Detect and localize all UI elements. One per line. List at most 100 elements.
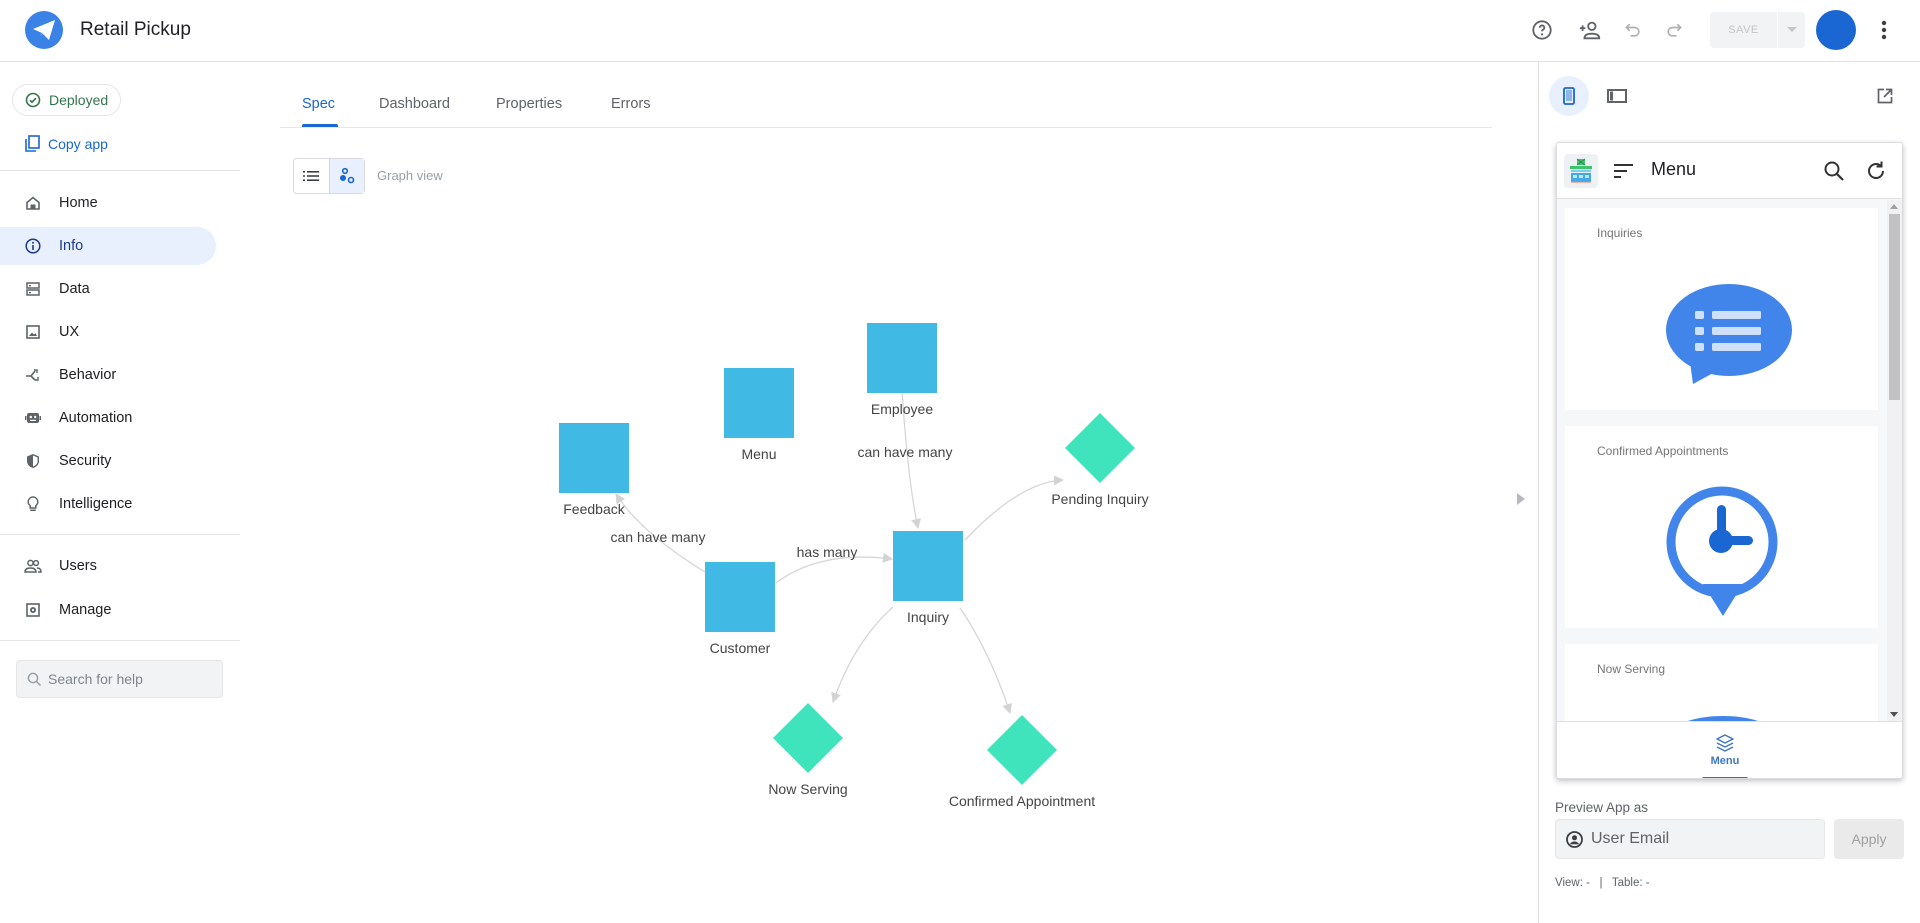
menu-card-confirmed-appointments[interactable]: Confirmed Appointments (1565, 426, 1878, 628)
sidebar: Deployed Copy app Home Info Data UX Beha… (0, 62, 240, 923)
menu-card-now-serving[interactable]: Now Serving (1565, 644, 1878, 721)
sort-icon (1614, 164, 1633, 178)
add-person-icon (1579, 21, 1601, 40)
open-preview-button[interactable] (1865, 76, 1905, 116)
sidebar-item-label: Security (59, 453, 112, 469)
search-icon (27, 672, 42, 686)
phone-nav-menu[interactable]: Menu (1700, 722, 1750, 778)
account-circle-icon (1566, 830, 1583, 848)
phone-nav-active-indicator (1701, 777, 1749, 778)
layers-icon (1716, 734, 1734, 752)
chat-list-icon (1666, 284, 1792, 384)
edge-inquiry-nowserving[interactable] (831, 606, 894, 703)
save-button-group: SAVE (1710, 12, 1805, 48)
save-button[interactable]: SAVE (1710, 12, 1778, 48)
lightbulb-icon (24, 495, 42, 513)
card-title: Inquiries (1597, 226, 1643, 240)
node-customer[interactable] (705, 562, 775, 632)
undo-button[interactable] (1621, 18, 1645, 42)
phone-sync-button[interactable] (1864, 159, 1888, 188)
sidebar-item-home[interactable]: Home (0, 184, 216, 222)
deployed-label: Deployed (49, 92, 109, 108)
sidebar-item-label: Info (59, 238, 84, 254)
caret-down-icon (1786, 27, 1797, 32)
help-icon (1532, 20, 1552, 40)
phone-nav-label: Menu (1710, 755, 1740, 767)
help-search-input[interactable] (48, 671, 208, 687)
node-menu[interactable] (724, 368, 794, 438)
copy-icon (25, 135, 40, 152)
node-label: Now Serving (768, 781, 847, 797)
app-logo (25, 11, 63, 49)
menu-card-inquiries[interactable]: Inquiries (1565, 208, 1878, 410)
sidebar-item-info[interactable]: Info (0, 227, 216, 265)
sidebar-item-security[interactable]: Security (0, 442, 216, 480)
undo-icon (1625, 23, 1640, 37)
phone-preview-button[interactable] (1549, 76, 1589, 116)
more-options-button[interactable] (1872, 18, 1896, 42)
node-feedback[interactable] (559, 423, 629, 493)
sidebar-item-label: Manage (59, 602, 112, 618)
sort-menu-button[interactable] (1614, 163, 1634, 184)
redo-button[interactable] (1662, 18, 1686, 42)
edge-inquiry-pending[interactable] (964, 475, 1064, 541)
node-nowserving[interactable] (773, 703, 843, 773)
phone-search-button[interactable] (1823, 160, 1845, 187)
help-search-box (16, 660, 223, 698)
sidebar-divider (0, 534, 240, 535)
preview-panel: Menu Inquiries Confirmed Appointments No… (1538, 62, 1920, 923)
share-button[interactable] (1578, 18, 1602, 42)
user-email-field (1555, 819, 1825, 859)
sidebar-item-data[interactable]: Data (0, 270, 216, 308)
phone-icon (1563, 87, 1575, 105)
search-icon (1824, 161, 1844, 181)
caret-right-icon (1517, 493, 1525, 505)
sidebar-divider (0, 640, 240, 641)
main-content: Spec Dashboard Properties Errors Graph v… (280, 62, 1492, 923)
manage-icon (24, 601, 42, 619)
view-table-status: View: - | Table: - (1555, 877, 1650, 889)
node-pending[interactable] (1065, 413, 1135, 483)
more-vert-icon (1881, 20, 1887, 40)
phone-bottom-nav: Menu (1557, 721, 1902, 778)
apply-button[interactable]: Apply (1834, 819, 1904, 859)
shield-icon (24, 452, 42, 470)
save-options-button[interactable] (1778, 12, 1805, 48)
copy-app-button[interactable]: Copy app (24, 135, 108, 152)
user-email-input[interactable] (1591, 830, 1811, 848)
top-bar: Retail Pickup SAVE (0, 0, 1920, 62)
paper-plane-icon (33, 20, 55, 40)
redo-icon (1667, 23, 1682, 37)
node-employee[interactable] (867, 323, 937, 393)
preview-as-label: Preview App as (1555, 800, 1649, 815)
sidebar-item-intelligence[interactable]: Intelligence (0, 485, 216, 523)
sidebar-item-label: Home (59, 195, 98, 211)
home-icon (24, 194, 42, 212)
deployed-status-badge[interactable]: Deployed (12, 84, 122, 116)
clock-pin-icon (1666, 486, 1778, 616)
sidebar-item-manage[interactable]: Manage (0, 591, 216, 629)
node-confirmed[interactable] (987, 715, 1057, 785)
edge-inquiry-confirmed[interactable] (959, 607, 1012, 714)
help-button[interactable] (1530, 18, 1554, 42)
sidebar-item-behavior[interactable]: Behavior (0, 356, 216, 394)
scrollbar-thumb[interactable] (1889, 214, 1900, 400)
sidebar-item-users[interactable]: Users (0, 547, 216, 585)
sidebar-item-label: Automation (59, 410, 133, 426)
scroll-down-icon (1890, 712, 1898, 717)
node-inquiry[interactable] (893, 531, 963, 601)
node-label: Feedback (563, 501, 625, 517)
edge-customer-inquiry[interactable] (775, 552, 893, 584)
tablet-preview-button[interactable] (1597, 76, 1637, 116)
sidebar-item-ux[interactable]: UX (0, 313, 216, 351)
data-icon (24, 280, 42, 298)
user-avatar[interactable] (1816, 10, 1856, 50)
node-label: Employee (871, 401, 933, 417)
app-title: Retail Pickup (80, 19, 191, 40)
edge-label: has many (797, 544, 858, 560)
phone-scrollbar[interactable] (1887, 200, 1902, 721)
edge-label: can have many (611, 529, 706, 545)
sidebar-item-automation[interactable]: Automation (0, 399, 216, 437)
storefront-icon (1570, 158, 1592, 183)
collapse-preview-button[interactable] (1517, 492, 1525, 510)
